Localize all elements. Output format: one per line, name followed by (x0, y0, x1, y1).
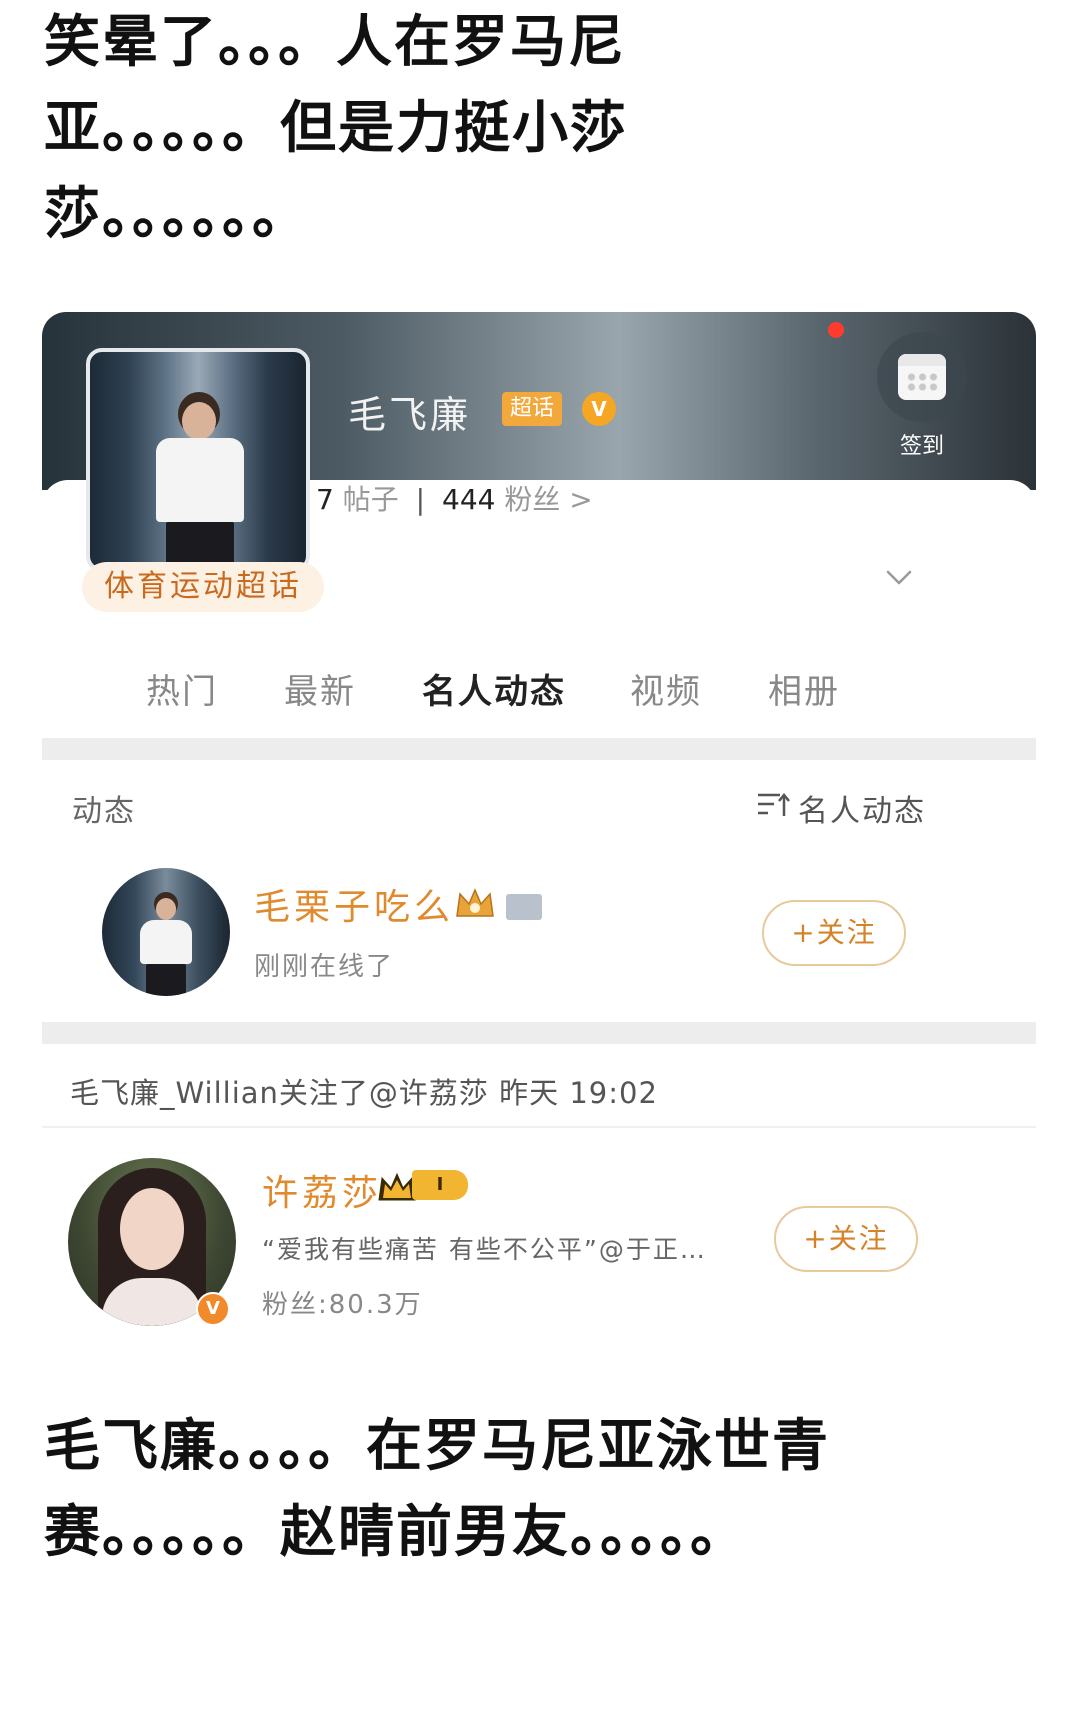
posts-count: 7 (316, 483, 334, 516)
caption-top: 笑晕了。。。人在罗马尼亚。。。。。但是力挺小莎莎。。。。。。 (44, 10, 628, 247)
caption-bottom: 毛飞廉。。。。在罗马尼亚泳世青赛。。。。。赵晴前男友。。。。。 (44, 1414, 830, 1565)
celebrity-fans: 粉丝:80.3万 (262, 1290, 423, 1320)
verified-icon: V (196, 1292, 230, 1326)
tab-latest[interactable]: 最新 (284, 664, 356, 713)
topic-name: 毛飞廉 (348, 393, 472, 437)
cover-person (90, 352, 306, 568)
verified-icon: V (582, 392, 616, 426)
super-topic-card: 毛飞廉 超话 V 签到 7 帖子 | 444 粉丝 > 体育运动超话 热门 最新… (42, 312, 1036, 1462)
checkin-label: 签到 (899, 434, 944, 459)
user-name[interactable]: 毛栗子吃么 (254, 878, 454, 930)
online-badge (506, 894, 542, 920)
crown-icon (456, 888, 494, 917)
level-badge: I (412, 1170, 468, 1200)
topic-stats[interactable]: 7 帖子 | 444 粉丝 > (316, 478, 593, 518)
stats-divider: | (415, 483, 426, 516)
checkin-button[interactable]: 签到 (862, 332, 982, 462)
sort-label[interactable]: 名人动态 (798, 786, 926, 830)
user-avatar[interactable] (102, 868, 230, 996)
notification-dot (828, 322, 844, 338)
section-separator (42, 738, 1036, 760)
topic-tabs: 热门 最新 名人动态 视频 相册 (146, 664, 906, 745)
tab-celebrity[interactable]: 名人动态 (422, 664, 566, 713)
calendar-icon (877, 332, 967, 422)
follow-event-text[interactable]: 毛飞廉_Willian关注了@许荔莎 昨天 19:02 (70, 1070, 658, 1112)
chevron-right-icon: > (569, 483, 593, 516)
tab-hot[interactable]: 热门 (146, 664, 218, 713)
fans-label: 粉丝 (504, 483, 561, 516)
divider (42, 1126, 1036, 1128)
section-separator (42, 1022, 1036, 1044)
celebrity-bio: “爱我有些痛苦 有些不公平”@于正… (262, 1235, 707, 1264)
tab-video[interactable]: 视频 (630, 664, 702, 713)
follow-button[interactable]: +关注 (762, 900, 906, 966)
posts-label: 帖子 (342, 483, 399, 516)
category-pill[interactable]: 体育运动超话 (82, 562, 324, 612)
topic-cover-image[interactable] (86, 348, 310, 572)
user-status: 刚刚在线了 (254, 952, 395, 982)
celebrity-name[interactable]: 许荔莎 (262, 1164, 382, 1216)
tab-album[interactable]: 相册 (768, 664, 840, 713)
chevron-down-icon[interactable] (884, 562, 914, 592)
fans-count: 444 (442, 483, 496, 516)
super-topic-badge: 超话 (502, 392, 563, 426)
sort-icon[interactable] (756, 790, 790, 820)
follow-button[interactable]: +关注 (774, 1206, 918, 1272)
section-title: 动态 (72, 794, 136, 829)
